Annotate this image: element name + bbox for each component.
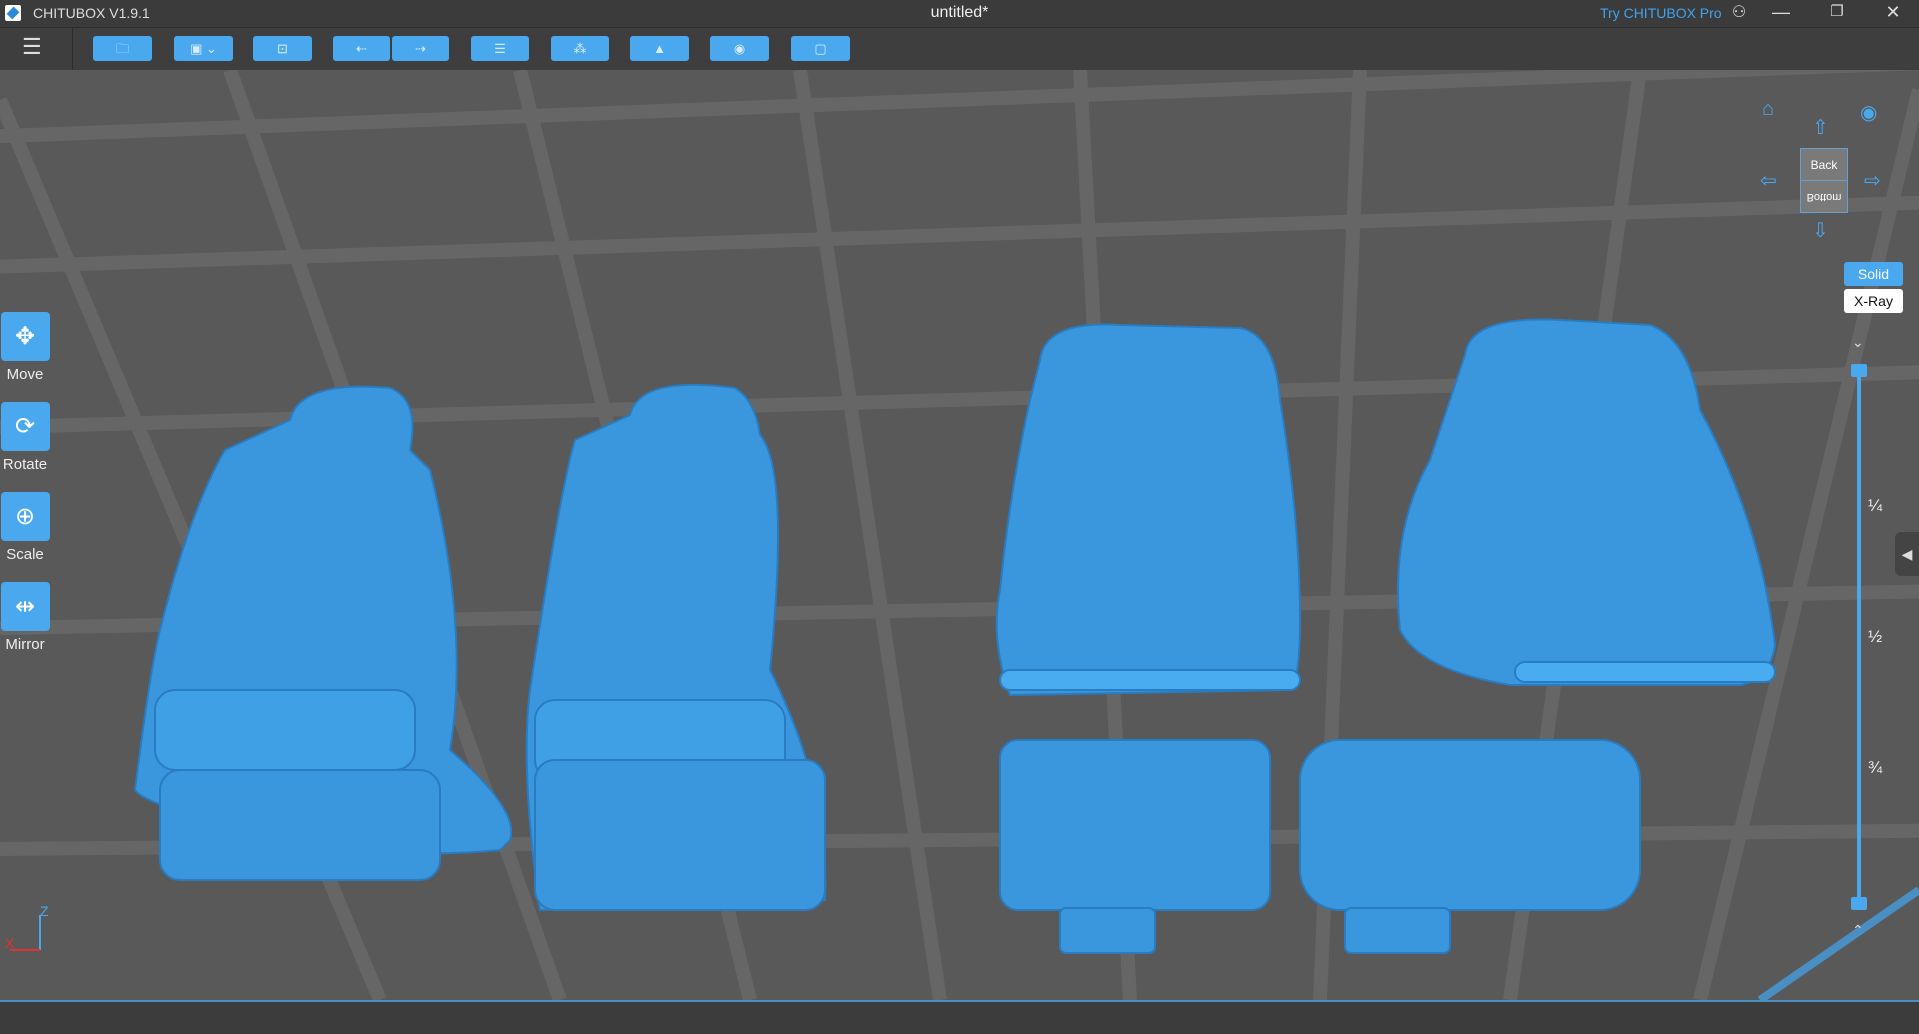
home-view-icon[interactable]: ⌂	[1762, 98, 1774, 121]
move-icon: ✥	[0, 312, 50, 361]
redo-button[interactable]: ⇢	[392, 36, 449, 61]
mirror-label: Mirror	[5, 636, 45, 653]
move-tool[interactable]: ✥ Move	[0, 312, 50, 383]
x-axis-label: X	[5, 935, 15, 951]
layer-slider-track[interactable]	[1857, 370, 1861, 903]
layer-slider-top-handle[interactable]	[1851, 364, 1867, 377]
hollow-button[interactable]: ▲	[630, 36, 689, 61]
open-file-button[interactable]: 🗀	[93, 36, 152, 61]
undo-button[interactable]: ⇠	[333, 36, 390, 61]
view-down-arrow-icon[interactable]: ⇩	[1812, 218, 1829, 243]
model-list-button[interactable]: ☰	[471, 36, 529, 61]
collapse-panel-button[interactable]: ◀	[1895, 532, 1919, 576]
scene-canvas	[0, 70, 1919, 1000]
dig-hole-button[interactable]: ◉	[710, 36, 769, 61]
layer-slider-bottom-handle[interactable]	[1851, 897, 1867, 910]
z-axis-label: Z	[40, 903, 49, 919]
rotate-tool[interactable]: ⟳ Rotate	[0, 402, 50, 473]
solid-mode-button[interactable]: Solid	[1844, 262, 1903, 286]
cube-face-back[interactable]: Back	[1801, 149, 1847, 181]
seat-model-4	[1299, 318, 1777, 954]
status-bar	[0, 1000, 1919, 1034]
toolbar: ☰ 🗀 ▣ ⌄ ⊡ ⇠ ⇢ ☰ ⁂ ▲ ◉ ▢	[0, 27, 1919, 71]
slider-mark-half: ½	[1868, 627, 1883, 646]
title-bar: CHITUBOX V1.9.1 untitled* Try CHITUBOX P…	[0, 0, 1919, 27]
cube-face-bottom[interactable]: Bottom	[1801, 181, 1847, 213]
mirror-tool[interactable]: ⇹ Mirror	[0, 582, 50, 653]
axis-gizmo	[10, 915, 41, 951]
chevron-down-icon[interactable]: ⌄	[1852, 334, 1864, 351]
xray-mode-button[interactable]: X-Ray	[1844, 289, 1903, 313]
try-pro-link[interactable]: Try CHITUBOX Pro	[1600, 5, 1722, 21]
save-button[interactable]: ▣ ⌄	[174, 36, 233, 61]
mirror-icon: ⇹	[0, 582, 50, 631]
slider-mark-three-quarter: ¾	[1868, 758, 1883, 777]
eye-icon[interactable]: ◉	[1860, 100, 1877, 125]
scale-icon: ⊕	[0, 492, 50, 541]
minimize-button[interactable]: —	[1766, 2, 1796, 23]
view-left-arrow-icon[interactable]: ⇦	[1760, 168, 1777, 193]
seat-model-2	[525, 383, 827, 912]
slider-mark-quarter: ¼	[1868, 496, 1883, 515]
view-right-arrow-icon[interactable]: ⇨	[1864, 168, 1881, 193]
chevron-up-icon[interactable]: ⌃	[1852, 922, 1864, 939]
rotate-icon: ⟳	[0, 402, 50, 451]
toolbar-divider	[72, 28, 73, 71]
view-up-arrow-icon[interactable]: ⇧	[1812, 115, 1829, 140]
scale-tool[interactable]: ⊕ Scale	[0, 492, 50, 563]
seat-model-3	[995, 323, 1302, 954]
close-button[interactable]: ✕	[1878, 2, 1908, 23]
rotate-label: Rotate	[2, 456, 48, 473]
seat-model-1	[133, 385, 513, 881]
3d-viewport[interactable]: X Z ✥ Move ⟳ Rotate ⊕ Scale ⇹ Mirror	[0, 70, 1919, 1000]
hamburger-menu-icon[interactable]: ☰	[22, 36, 46, 59]
scale-label: Scale	[6, 546, 44, 563]
user-icon[interactable]: ⚇	[1724, 2, 1754, 22]
models[interactable]	[133, 318, 1777, 954]
supports-button[interactable]: ⁂	[551, 36, 609, 61]
auto-layout-button[interactable]: ⊡	[253, 36, 312, 61]
restore-button[interactable]: ❐	[1822, 2, 1852, 20]
view-cube[interactable]: Back Bottom	[1800, 148, 1848, 213]
move-label: Move	[6, 366, 44, 383]
slice-button[interactable]: ▢	[791, 36, 850, 61]
